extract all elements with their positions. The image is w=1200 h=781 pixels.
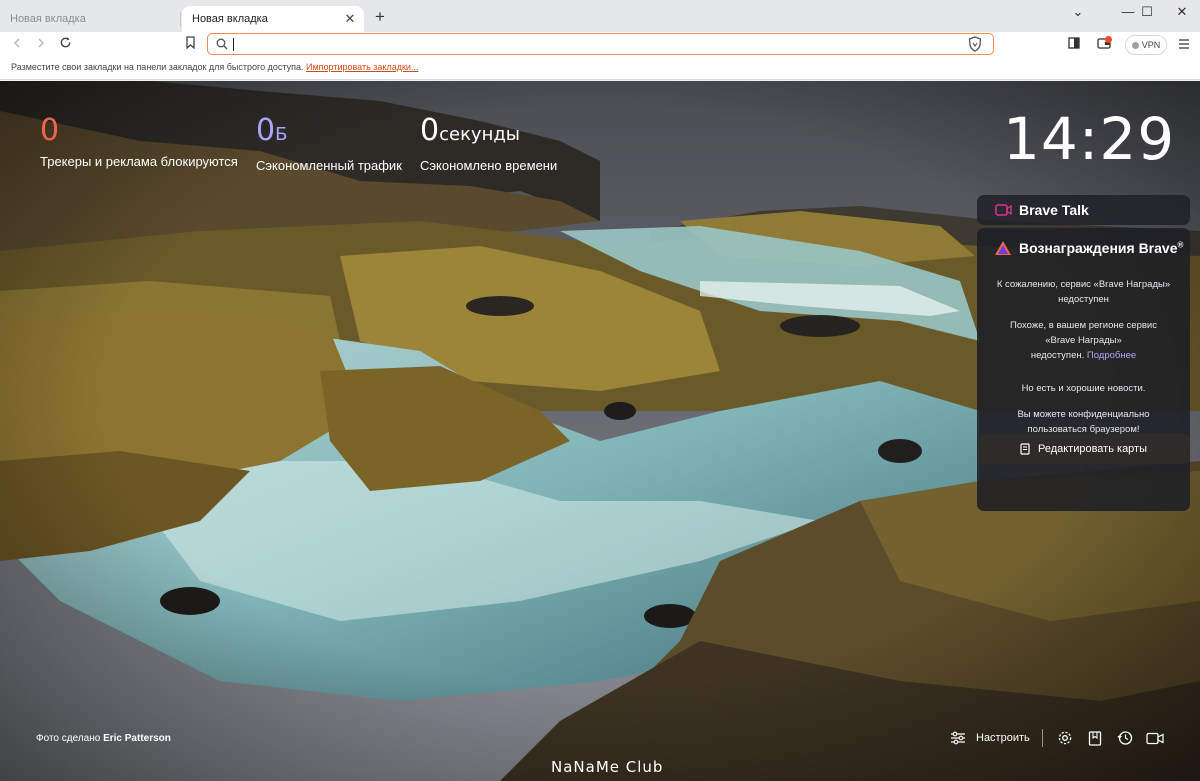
- bookmark-page-button[interactable]: [180, 35, 200, 55]
- time-saved-stat: 0секунды Сэкономлено времени: [420, 114, 558, 174]
- edit-cards-label: Редактировать карты: [1037, 443, 1148, 455]
- bandwidth-stat: 0Б Сэкономленный трафик: [256, 114, 402, 174]
- vpn-label: VPN: [1141, 40, 1161, 50]
- photo-credit-prefix: Фото сделано: [36, 733, 101, 744]
- rewards-title: Вознаграждения Brave®: [1019, 240, 1183, 256]
- vpn-status-dot-icon: [1131, 41, 1139, 49]
- brave-shields-lion-icon[interactable]: [967, 36, 983, 52]
- time-saved-unit: секунды: [439, 124, 521, 145]
- vpn-button[interactable]: VPN: [1125, 35, 1167, 55]
- rewards-line: «Brave Награды»: [1045, 335, 1122, 346]
- bookmarks-hint: Разместите свои закладки на панели закла…: [11, 62, 304, 72]
- new-tab-button[interactable]: +: [370, 7, 390, 27]
- reload-icon: [60, 37, 70, 48]
- rewards-title-text: Вознаграждения Brave: [1019, 240, 1178, 256]
- chevron-left-icon: [14, 38, 20, 48]
- new-tab-page: 0 Трекеры и реклама блокируются 0Б Сэкон…: [0, 81, 1200, 781]
- rewards-unavailable-text: К сожалению, сервис «Brave Награды» недо…: [987, 277, 1180, 307]
- brave-talk-video-icon[interactable]: [1145, 728, 1165, 748]
- toolbar-divider: [1041, 729, 1043, 747]
- sidebar-icon: [1068, 37, 1080, 49]
- address-bar[interactable]: [207, 33, 994, 55]
- time-saved-number: 0: [420, 113, 440, 148]
- rewards-private-text: Вы можете конфиденциально пользоваться б…: [987, 407, 1180, 437]
- photo-credit-author[interactable]: Eric Patterson: [103, 733, 171, 744]
- brave-rewards-triangle-icon: [995, 241, 1011, 255]
- video-camera-icon: [995, 204, 1012, 216]
- search-icon: [216, 38, 228, 50]
- rewards-good-news-text: Но есть и хорошие новости.: [987, 381, 1180, 396]
- customize-sliders-icon[interactable]: [948, 728, 968, 748]
- rewards-line: К сожалению, сервис «Brave Награды»: [996, 279, 1171, 290]
- rewards-line: Но есть и хорошие новости.: [1021, 383, 1146, 394]
- bandwidth-label: Сэкономленный трафик: [256, 158, 402, 173]
- tab-search-menu-button[interactable]: ⌄: [1060, 0, 1096, 26]
- bookmarks-bar: Разместите свои закладки на панели закла…: [0, 58, 1200, 80]
- notification-badge: [1105, 36, 1112, 43]
- rewards-line: Похоже, в вашем регионе сервис: [1010, 320, 1157, 331]
- text-caret: [233, 38, 234, 51]
- time-saved-value: 0секунды: [420, 114, 557, 152]
- trackers-label: Трекеры и реклама блокируются: [40, 154, 238, 169]
- tab-title: Новая вкладка: [10, 13, 86, 25]
- sidebar-toggle-button[interactable]: [1064, 35, 1084, 55]
- rewards-body: К сожалению, сервис «Brave Награды» недо…: [987, 277, 1180, 448]
- trackers-stat: 0 Трекеры и реклама блокируются: [40, 113, 238, 170]
- trackers-count: 0: [40, 113, 60, 148]
- address-input[interactable]: [236, 35, 936, 53]
- history-clock-icon[interactable]: [1115, 728, 1135, 748]
- main-menu-button[interactable]: [1174, 35, 1194, 55]
- learn-more-link[interactable]: Подробнее: [1087, 350, 1136, 361]
- rewards-line: недоступен.: [1030, 350, 1085, 361]
- edit-cards-button[interactable]: Редактировать карты: [977, 434, 1190, 464]
- bookmarks-icon[interactable]: [1085, 728, 1105, 748]
- hamburger-menu-icon: [1179, 39, 1189, 49]
- edit-cards-icon: [1020, 443, 1030, 455]
- close-window-button[interactable]: ✕: [1164, 0, 1200, 26]
- time-saved-label: Сэкономлено времени: [420, 158, 558, 173]
- settings-gear-icon[interactable]: [1055, 728, 1075, 748]
- photo-credit: Фото сделано Eric Patterson: [36, 733, 171, 744]
- ntp-bottom-toolbar: Настроить: [948, 727, 1165, 749]
- tab-strip: Новая вкладка Новая вкладка ✕ + ⌄ — ☐ ✕: [0, 0, 1200, 32]
- bandwidth-value: 0Б: [256, 114, 402, 152]
- rewards-region-text: Похоже, в вашем регионе сервис «Brave На…: [987, 318, 1180, 363]
- back-button[interactable]: [7, 35, 27, 55]
- rewards-line: Вы можете конфиденциально: [1017, 409, 1150, 420]
- bandwidth-unit: Б: [275, 124, 288, 145]
- maximize-button[interactable]: ☐: [1129, 0, 1165, 26]
- forward-button[interactable]: [31, 35, 51, 55]
- customize-button[interactable]: Настроить: [976, 732, 1030, 744]
- bandwidth-number: 0: [256, 113, 276, 148]
- tab-divider: [180, 12, 181, 26]
- reload-button[interactable]: [55, 35, 75, 55]
- rewards-line: недоступен: [1058, 294, 1109, 305]
- tab-new-tab-active[interactable]: Новая вкладка ✕: [182, 6, 364, 32]
- toolbar: VPN: [0, 32, 1200, 58]
- chevron-right-icon: [38, 38, 44, 48]
- rewards-trademark: ®: [1177, 240, 1184, 250]
- tab-new-tab-inactive[interactable]: Новая вкладка: [0, 6, 180, 32]
- import-bookmarks-link[interactable]: Импортировать закладки...: [306, 62, 418, 72]
- watermark-text: NaNaMe Club: [551, 758, 664, 776]
- tab-title: Новая вкладка: [192, 13, 268, 25]
- brave-rewards-card: Вознаграждения Brave® К сожалению, серви…: [977, 228, 1190, 511]
- close-tab-icon[interactable]: ✕: [342, 11, 358, 27]
- brave-talk-title: Brave Talk: [1019, 202, 1089, 218]
- clock[interactable]: 14:29: [1003, 105, 1175, 173]
- bookmark-icon: [185, 36, 195, 50]
- brave-talk-card[interactable]: Brave Talk: [977, 195, 1190, 225]
